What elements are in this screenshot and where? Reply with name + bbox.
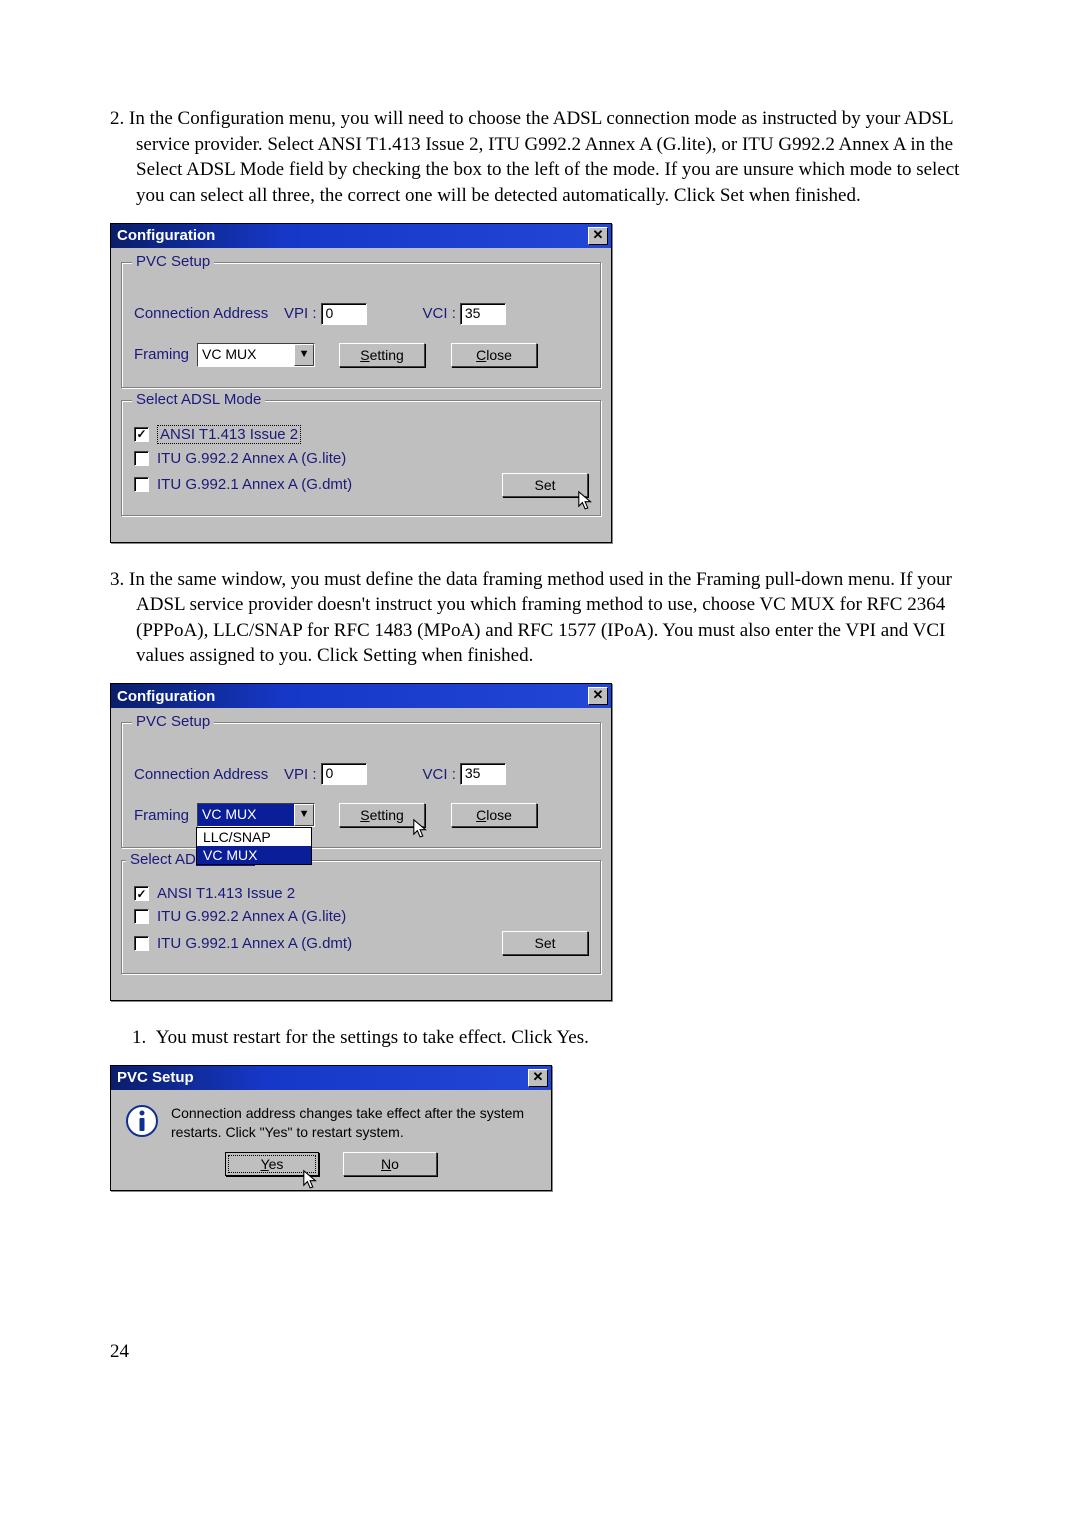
close-button[interactable]: Close [451, 803, 537, 827]
adsl-mode-legend: Select ADSL Mode [132, 391, 265, 408]
vci-input[interactable]: 35 [460, 763, 506, 785]
dropdown-option-vcmux[interactable]: VC MUX [197, 846, 311, 864]
checkbox-ansi[interactable]: ✓ [134, 427, 149, 442]
vci-label: VCI : [423, 766, 456, 783]
setting-button[interactable]: Setting [339, 803, 425, 827]
gdmt-label: ITU G.992.1 Annex A (G.dmt) [157, 476, 352, 493]
close-button[interactable]: Close [451, 343, 537, 367]
framing-value: VC MUX [198, 344, 294, 366]
ansi-label: ANSI T1.413 Issue 2 [157, 425, 301, 444]
title-text: PVC Setup [117, 1069, 194, 1086]
pvc-legend: PVC Setup [132, 713, 214, 730]
title-text: Configuration [117, 227, 215, 244]
chevron-down-icon[interactable]: ▼ [294, 344, 314, 366]
vpi-label: VPI : [284, 766, 317, 783]
adsl-mode-group: Select ADSL Mode ✓ ANSI T1.413 Issue 2 I… [121, 400, 601, 516]
configuration-dialog-2: Configuration ✕ PVC Setup Connection Add… [110, 683, 612, 1001]
info-icon [125, 1104, 159, 1138]
checkbox-glite[interactable] [134, 451, 149, 466]
chevron-down-icon[interactable]: ▼ [294, 804, 314, 826]
titlebar: Configuration ✕ [111, 224, 611, 248]
dropdown-option-llcsnap[interactable]: LLC/SNAP [197, 828, 311, 846]
set-button[interactable]: Set [502, 931, 588, 955]
cursor-icon [412, 818, 430, 840]
pvc-setup-msgbox: PVC Setup ✕ Connection address changes t… [110, 1065, 552, 1191]
cursor-icon [577, 490, 595, 512]
msgbox-body: Connection address changes take effect a… [171, 1104, 539, 1142]
cursor-icon [302, 1169, 320, 1191]
close-icon[interactable]: ✕ [588, 227, 608, 245]
titlebar: Configuration ✕ [111, 684, 611, 708]
no-button[interactable]: No [343, 1152, 437, 1176]
checkbox-glite[interactable] [134, 909, 149, 924]
framing-label: Framing [134, 346, 189, 363]
checkbox-gdmt[interactable] [134, 477, 149, 492]
framing-select[interactable]: VC MUX ▼ [197, 343, 315, 367]
close-icon[interactable]: ✕ [588, 687, 608, 705]
step-3-text: 3. In the same window, you must define t… [110, 567, 970, 670]
vci-label: VCI : [423, 305, 456, 322]
step-2-text: 2. In the Configuration menu, you will n… [110, 106, 970, 209]
gdmt-label: ITU G.992.1 Annex A (G.dmt) [157, 935, 352, 952]
connection-address-label: Connection Address [134, 305, 284, 322]
framing-dropdown[interactable]: LLC/SNAP VC MUX [196, 827, 312, 865]
step-restart-text: 1. You must restart for the settings to … [110, 1025, 970, 1051]
connection-address-label: Connection Address [134, 766, 284, 783]
vpi-input[interactable]: 0 [321, 763, 367, 785]
vci-input[interactable]: 35 [460, 303, 506, 325]
glite-label: ITU G.992.2 Annex A (G.lite) [157, 908, 346, 925]
pvc-setup-group: PVC Setup Connection Address VPI : 0 VCI… [121, 722, 601, 848]
yes-button[interactable]: Yes [225, 1152, 319, 1176]
pvc-legend: PVC Setup [132, 253, 214, 270]
checkbox-gdmt[interactable] [134, 936, 149, 951]
page-number: 24 [110, 1341, 970, 1363]
setting-button[interactable]: Setting [339, 343, 425, 367]
titlebar: PVC Setup ✕ [111, 1066, 551, 1090]
vpi-label: VPI : [284, 305, 317, 322]
vpi-input[interactable]: 0 [321, 303, 367, 325]
close-icon[interactable]: ✕ [528, 1069, 548, 1087]
glite-label: ITU G.992.2 Annex A (G.lite) [157, 450, 346, 467]
configuration-dialog-1: Configuration ✕ PVC Setup Connection Add… [110, 223, 612, 543]
framing-select[interactable]: VC MUX ▼ [197, 803, 315, 827]
framing-label: Framing [134, 807, 189, 824]
framing-value: VC MUX [198, 804, 294, 826]
checkbox-ansi[interactable]: ✓ [134, 886, 149, 901]
pvc-setup-group: PVC Setup Connection Address VPI : 0 VCI… [121, 262, 601, 388]
title-text: Configuration [117, 688, 215, 705]
adsl-mode-group: Select ADSL Mode ✓ ANSI T1.413 Issue 2 I… [121, 860, 601, 974]
ansi-label: ANSI T1.413 Issue 2 [157, 885, 295, 902]
set-button[interactable]: Set [502, 473, 588, 497]
